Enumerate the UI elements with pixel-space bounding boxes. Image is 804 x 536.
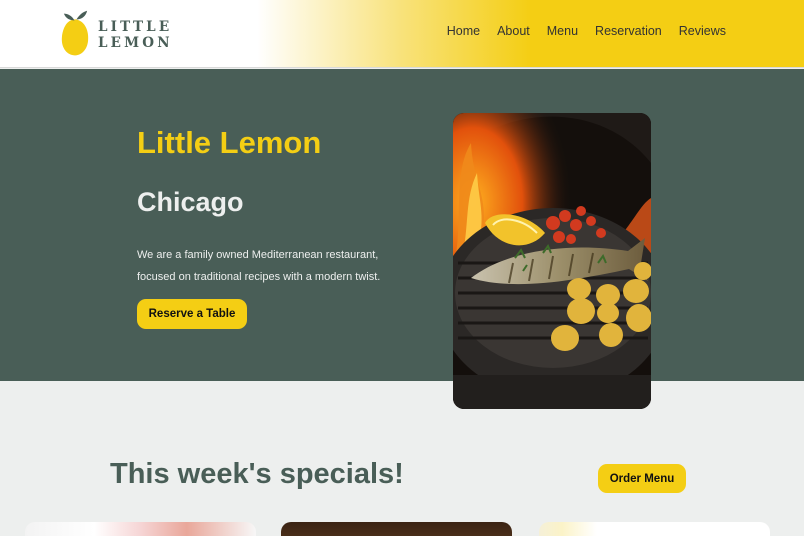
logo[interactable]: LITTLE LEMON [60,9,250,59]
hero-image [453,113,651,409]
specials-title: This week's specials! [110,458,404,490]
nav-reservation[interactable]: Reservation [595,24,662,38]
reserve-table-button[interactable]: Reserve a Table [137,299,247,329]
hero-title: Little Lemon [137,125,322,160]
nav-home[interactable]: Home [447,24,480,38]
nav-about[interactable]: About [497,24,530,38]
special-card-3[interactable] [539,522,770,536]
site-header: LITTLE LEMON Home About Menu Reservation… [0,0,804,68]
order-menu-button[interactable]: Order Menu [598,464,686,493]
logo-text: LITTLE LEMON [97,19,173,51]
special-card-2[interactable] [281,522,512,536]
nav-reviews[interactable]: Reviews [679,24,726,38]
main-nav: Home About Menu Reservation Reviews [430,24,726,38]
hero-description: We are a family owned Mediterranean rest… [137,249,381,283]
hero-section: Little Lemon Chicago We are a family own… [0,69,804,381]
hero-subtitle: Chicago [137,187,244,217]
nav-menu[interactable]: Menu [547,24,578,38]
special-card-1[interactable] [25,522,256,536]
lemon-logo-icon [61,10,89,56]
